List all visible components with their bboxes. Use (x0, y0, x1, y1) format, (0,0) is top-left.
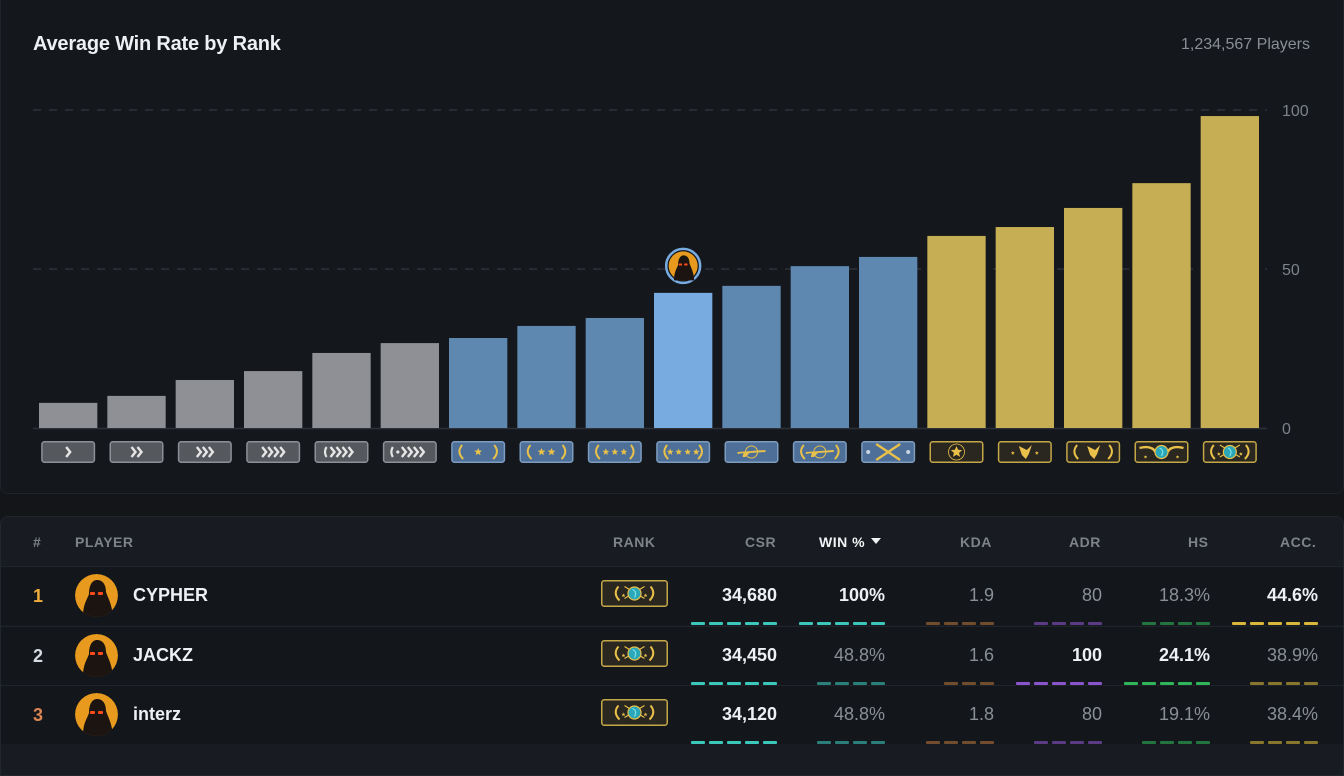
stat-kda: 1.9 (968, 585, 994, 605)
stat-adr: 80 (1081, 585, 1102, 605)
x-tick-rank-badge-rifle-wreath-icon (792, 441, 847, 463)
bar: Gold Nova Master: 42.5 (654, 292, 713, 428)
stat-csr-level-meter (687, 741, 777, 744)
table-row[interactable]: 2 JACKZ 34,450 48.8% 1.6 100 24.1% 38.9% (1, 625, 1343, 685)
header-csr[interactable]: CSR (745, 534, 776, 550)
player-avatar[interactable] (75, 693, 118, 736)
player-name[interactable]: JACKZ (133, 645, 193, 666)
header-rank[interactable]: RANK (613, 534, 655, 550)
x-tick-rank-badge-chevron-4-icon (246, 441, 301, 463)
table-row[interactable]: 1 CYPHER 34,680 100% 1.9 80 18.3% 44.6% (1, 566, 1343, 625)
rank-badge-global-elite-icon (601, 639, 668, 667)
row-position: 1 (33, 586, 44, 606)
chart-card: Average Win Rate by Rank 1,234,567 Playe… (0, 0, 1344, 494)
header-player[interactable]: PLAYER (75, 534, 134, 550)
stat-acc: 44.6% (1266, 585, 1318, 605)
x-tick-rank-badge-eagle-icon (997, 441, 1052, 463)
bar: Global Elite: 98.1 (1200, 116, 1259, 429)
stat-kda-level-meter (904, 741, 994, 744)
stat-hs: 24.1% (1158, 644, 1210, 665)
stat-csr: 34,120 (721, 704, 777, 724)
bar: Distinguished Master Guardian: 60.4 (927, 235, 986, 428)
bar: Silver I: 7.9 (39, 402, 98, 428)
header-adr[interactable]: ADR (1069, 534, 1101, 550)
row-position: 3 (33, 705, 44, 725)
x-tick-rank-badge-chevron-2-icon (109, 441, 164, 463)
stat-hs: 18.3% (1158, 585, 1210, 605)
stat-acc: 38.4% (1266, 704, 1318, 724)
x-tick-rank-badge-stars-3-icon (587, 441, 642, 463)
rank-badge-global-elite-icon (601, 699, 668, 726)
stat-adr: 80 (1081, 704, 1102, 724)
header-win[interactable]: WIN % (819, 534, 882, 550)
y-tick-label: 50 (1282, 262, 1300, 279)
stat-win: 100% (838, 585, 885, 605)
sort-desc-icon (871, 538, 882, 544)
row-position: 2 (33, 645, 44, 666)
stat-win: 48.8% (833, 704, 885, 724)
bar: Master Guardian Elite: 53.8 (859, 256, 918, 428)
x-tick-rank-badge-stars-1-icon (451, 441, 506, 463)
stat-csr: 34,450 (721, 644, 777, 665)
stat-adr: 100 (1071, 644, 1102, 665)
x-tick-rank-badge-stars-2-icon (519, 441, 574, 463)
bar: Legendary Eagle: 63.2 (995, 227, 1054, 428)
stat-win: 48.8% (833, 644, 885, 665)
stat-hs-level-meter (1120, 741, 1210, 744)
stat-acc: 38.9% (1266, 644, 1318, 665)
header-hs[interactable]: HS (1188, 534, 1208, 550)
leaderboard-table: # PLAYER RANK CSR WIN % KDA ADR HS ACC. … (0, 516, 1344, 776)
header-kda[interactable]: KDA (960, 534, 992, 550)
bar: Silver Elite Master: 26.7 (380, 343, 439, 428)
x-tick-rank-badge-eagle-wreath-icon (1066, 441, 1121, 463)
y-tick-label: 0 (1282, 421, 1291, 438)
bar: Legendary Eagle Master: 69.2 (1064, 207, 1123, 428)
x-tick-rank-badge-chevron-3-icon (177, 441, 232, 463)
x-tick-rank-badge-chevron-elite-icon (314, 441, 369, 463)
stat-kda: 1.8 (968, 704, 994, 724)
player-avatar-marker-icon[interactable] (668, 251, 698, 281)
player-name[interactable]: interz (133, 704, 181, 725)
bar: Gold Nova III: 34.6 (585, 317, 644, 428)
header-win-label: WIN % (819, 534, 866, 550)
stat-acc-level-meter (1228, 741, 1318, 744)
x-tick-rank-badge-chevron-1-icon (41, 441, 96, 463)
bar: Silver II: 10.1 (107, 395, 166, 428)
stat-hs: 19.1% (1158, 704, 1210, 724)
header-num: # (33, 534, 42, 550)
player-avatar[interactable] (75, 574, 118, 617)
player-avatar[interactable] (75, 633, 118, 677)
y-tick-label: 100 (1282, 103, 1309, 120)
bar: Master Guardian II: 50.9 (790, 266, 849, 428)
bar: Silver IV: 17.9 (244, 371, 303, 428)
x-tick-rank-badge-crossed-rifles-icon (861, 441, 916, 463)
stat-csr: 34,680 (721, 585, 777, 605)
bar: Master Guardian I: 44.7 (722, 285, 781, 428)
win-rate-bar-chart: 0 50 100 Silver I: 7.9 Silver II: 10.1 Silver… (33, 103, 1309, 463)
bar: Gold Nova II: 32.1 (517, 325, 576, 428)
x-tick-rank-badge-winged-globe-icon (1134, 441, 1189, 463)
bar: Gold Nova I: 28.3 (449, 338, 508, 428)
rank-badge-global-elite-icon (601, 580, 668, 607)
stat-kda: 1.6 (968, 644, 994, 665)
x-tick-rank-badge-rifle-icon (724, 441, 779, 463)
x-tick-rank-badge-stars-4-icon (656, 441, 711, 463)
table-row[interactable]: 3 interz 34,120 48.8% 1.8 80 19.1% 38.4% (1, 685, 1343, 744)
stat-adr-level-meter (1012, 741, 1102, 744)
x-tick-rank-badge-globe-wreath-icon (1202, 441, 1257, 463)
stat-win-level-meter (795, 741, 885, 744)
bar: Supreme Master First Class: 77 (1132, 183, 1191, 428)
player-name[interactable]: CYPHER (133, 585, 208, 606)
header-acc[interactable]: ACC. (1280, 534, 1316, 550)
bar: Silver Elite: 23.6 (312, 352, 371, 428)
bar: Silver III: 15.1 (175, 379, 234, 428)
table-header: # PLAYER RANK CSR WIN % KDA ADR HS ACC. (1, 517, 1343, 566)
x-tick-rank-badge-chevron-elite-master-icon (382, 441, 437, 463)
x-tick-rank-badge-star-emblem-icon (929, 441, 984, 463)
